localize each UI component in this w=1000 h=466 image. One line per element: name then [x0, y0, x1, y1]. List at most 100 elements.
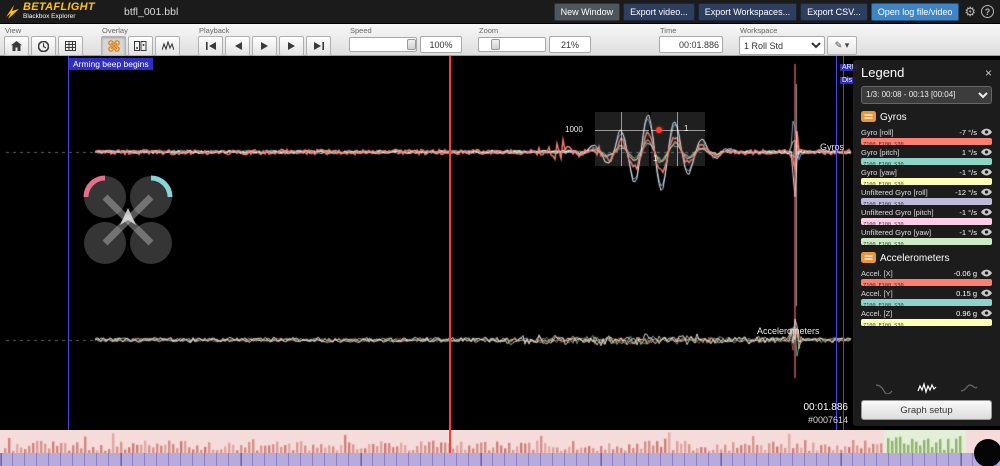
- zoom-slider[interactable]: [478, 37, 546, 52]
- log-stats-icon: [38, 41, 49, 52]
- curve-settings-text: Z100 E100 S30: [861, 162, 903, 168]
- curve-settings-text: Z100 E100 S30: [861, 283, 903, 289]
- legend-field-label: Accel. [X]: [861, 269, 954, 278]
- roll-value: 1: [684, 124, 688, 133]
- analyser-overlay-button[interactable]: [155, 36, 180, 56]
- seek-handle[interactable]: [974, 439, 1000, 466]
- legend-field-colorbar[interactable]: Z100 E100 S30: [861, 279, 992, 286]
- step-back-button[interactable]: [225, 36, 250, 56]
- legend-field[interactable]: Unfiltered Gyro [roll]-12 °/sZ100 E100 S…: [861, 188, 992, 205]
- visibility-eye-icon[interactable]: [980, 208, 992, 216]
- workspace-select[interactable]: 1 Roll Std: [739, 36, 825, 55]
- zoom-slider-thumb[interactable]: [491, 39, 500, 50]
- betaflight-blackbox-explorer: BETAFLIGHT Blackbox Explorer btfl_001.bb…: [0, 0, 1000, 466]
- close-icon[interactable]: ×: [985, 67, 992, 79]
- visibility-eye-icon[interactable]: [980, 148, 992, 156]
- legend-field[interactable]: Unfiltered Gyro [yaw]-1 °/sZ100 E100 S30: [861, 228, 992, 245]
- settings-gear-icon[interactable]: ⚙: [964, 5, 976, 18]
- gyros-axis-label: Gyros: [820, 142, 844, 152]
- playback-group: Playback: [198, 25, 333, 56]
- new-window-button[interactable]: New Window: [554, 3, 621, 21]
- workspace-edit-button[interactable]: ✎ ▾: [827, 36, 857, 55]
- table-view-button[interactable]: [58, 36, 83, 56]
- cursor-frame-display: #0007614: [804, 415, 849, 426]
- event-marker-label: Arming beep begins: [69, 58, 153, 70]
- home-button[interactable]: [4, 36, 29, 56]
- export-csv-button[interactable]: Export CSV...: [800, 3, 868, 21]
- smoothing-low-icon[interactable]: [875, 382, 893, 394]
- jump-end-button[interactable]: [306, 36, 331, 56]
- legend-field-colorbar[interactable]: Z100 E100 S30: [861, 198, 992, 205]
- legend-title: Legend: [861, 65, 985, 80]
- visibility-eye-icon[interactable]: [980, 168, 992, 176]
- play-icon: [261, 42, 269, 50]
- open-log-button[interactable]: Open log file/video: [871, 3, 960, 21]
- curve-settings-text: Z100 E100 S30: [861, 202, 903, 208]
- log-stats-button[interactable]: [31, 36, 56, 56]
- legend-field-colorbar[interactable]: Z100 E100 S30: [861, 158, 992, 165]
- overlay-group-label: Overlay: [102, 26, 182, 35]
- curve-settings-text: Z100 E100 S30: [861, 142, 903, 148]
- export-workspaces-button[interactable]: Export Workspaces...: [698, 3, 797, 21]
- legend-field-value: 0.96 g: [956, 309, 977, 318]
- curve-settings-text: Z100 E100 S30: [861, 323, 903, 329]
- legend-field[interactable]: Gyro [yaw]-1 °/sZ100 E100 S30: [861, 168, 992, 185]
- smoothing-high-icon[interactable]: [960, 382, 978, 394]
- legend-field[interactable]: Unfiltered Gyro [pitch]-1 °/sZ100 E100 S…: [861, 208, 992, 225]
- zoom-group: Zoom: [478, 25, 591, 53]
- craft-overlay-button[interactable]: [101, 36, 126, 56]
- legend-field-colorbar[interactable]: Z100 E100 S30: [861, 178, 992, 185]
- home-icon: [11, 41, 22, 51]
- legend-field-colorbar[interactable]: Z100 E100 S30: [861, 319, 992, 326]
- visibility-eye-icon[interactable]: [980, 228, 992, 236]
- visibility-eye-icon[interactable]: [980, 128, 992, 136]
- legend-field-value: -1 °/s: [959, 168, 977, 177]
- step-forward-button[interactable]: [279, 36, 304, 56]
- event-line-arming: [68, 56, 69, 430]
- help-icon[interactable]: ?: [981, 5, 994, 18]
- visibility-eye-icon[interactable]: [980, 188, 992, 196]
- sticks-overlay-button[interactable]: [128, 36, 153, 56]
- legend-field[interactable]: Accel. [Z]0.96 g Z100 E100 S30: [861, 309, 992, 326]
- drag-handle-icon[interactable]: [861, 111, 876, 125]
- jump-start-button[interactable]: [198, 36, 223, 56]
- visibility-eye-icon[interactable]: [980, 289, 992, 297]
- seekbar[interactable]: [0, 430, 1000, 453]
- throttle-value: 1000: [565, 125, 583, 134]
- visibility-eye-icon[interactable]: [980, 309, 992, 317]
- time-input[interactable]: [659, 36, 723, 53]
- playback-cursor[interactable]: [449, 56, 451, 453]
- legend-field-value: 1 °/s: [962, 148, 977, 157]
- log-range-select[interactable]: 1/3: 00:08 - 00:13 [00:04]: [861, 86, 992, 104]
- graph-setup-button[interactable]: Graph setup: [861, 400, 992, 420]
- timeline-minimap[interactable]: [0, 453, 1000, 466]
- visibility-eye-icon[interactable]: [980, 269, 992, 277]
- legend-field-colorbar[interactable]: Z100 E100 S30: [861, 218, 992, 225]
- legend-field[interactable]: Accel. [Y]0.15 gZ100 E100 S30: [861, 289, 992, 306]
- legend-field-colorbar[interactable]: Z100 E100 S30: [861, 299, 992, 306]
- legend-field-colorbar[interactable]: Z100 E100 S30: [861, 238, 992, 245]
- sticks-icon: [134, 41, 147, 51]
- legend-field-label: Accel. [Z]: [861, 309, 956, 318]
- smoothing-mid-icon[interactable]: [917, 382, 937, 394]
- legend-group-header[interactable]: Accelerometers: [861, 252, 992, 266]
- legend-field[interactable]: Gyro [roll]-7 °/sZ100 E100 S30: [861, 128, 992, 145]
- speed-slider-thumb[interactable]: [407, 39, 416, 50]
- export-video-button[interactable]: Export video...: [623, 3, 695, 21]
- disarm-event-label: Dis: [840, 77, 854, 84]
- craft-icon: [108, 40, 120, 52]
- speed-slider[interactable]: [349, 37, 417, 52]
- jump-end-icon: [314, 42, 324, 50]
- speed-input[interactable]: [420, 36, 462, 53]
- play-button[interactable]: [252, 36, 277, 56]
- view-group: View: [4, 25, 85, 56]
- legend-field[interactable]: Accel. [X]-0.06 g Z100 E100 S30: [861, 269, 992, 286]
- betaflight-logo: BETAFLIGHT Blackbox Explorer: [0, 2, 118, 21]
- zoom-input[interactable]: [549, 36, 591, 53]
- legend-field[interactable]: Gyro [pitch]1 °/sZ100 E100 S30: [861, 148, 992, 165]
- drag-handle-icon[interactable]: [861, 252, 876, 266]
- seekbar-activity[interactable]: [0, 430, 1000, 453]
- legend-field-colorbar[interactable]: Z100 E100 S30: [861, 138, 992, 145]
- legend-field-value: -0.06 g: [954, 269, 977, 278]
- legend-group-header[interactable]: Gyros: [861, 111, 992, 125]
